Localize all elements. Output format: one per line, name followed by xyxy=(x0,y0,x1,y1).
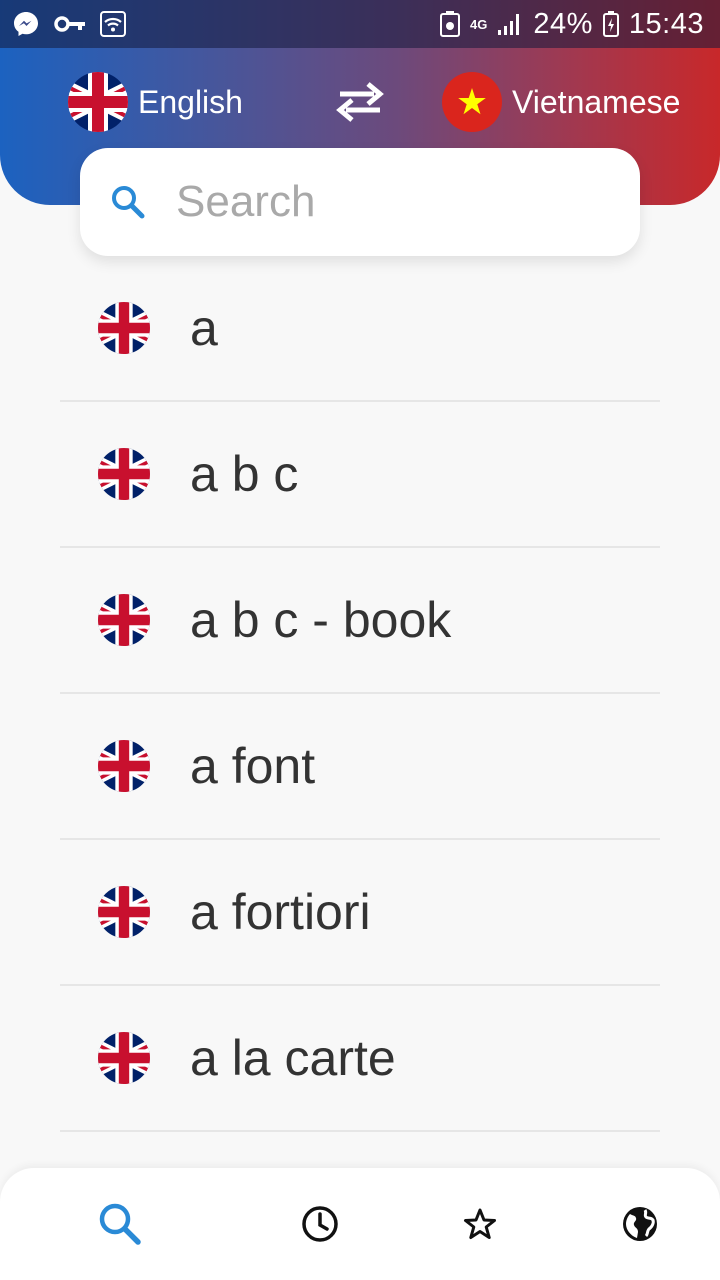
uk-flag-icon xyxy=(98,594,150,646)
word-text: a la carte xyxy=(190,1030,396,1086)
list-item[interactable]: a font xyxy=(60,694,660,840)
target-language-selector[interactable]: Vietnamese xyxy=(442,72,680,132)
uk-flag-icon xyxy=(98,1032,150,1084)
swap-arrows-icon xyxy=(336,82,384,122)
status-bar: 4G 24% 15:43 xyxy=(0,0,720,48)
uk-flag-icon xyxy=(98,740,150,792)
word-text: a b c - book xyxy=(190,592,452,648)
search-input[interactable] xyxy=(176,172,616,232)
status-left-icons xyxy=(12,10,126,38)
list-item[interactable]: a b c - book xyxy=(60,548,660,694)
storage-icon xyxy=(440,11,461,37)
network-type-icon: 4G xyxy=(470,16,488,32)
search-bar[interactable] xyxy=(80,148,640,256)
status-right-icons: 4G 24% 15:43 xyxy=(440,6,704,42)
source-language-selector[interactable]: English xyxy=(68,72,243,132)
nav-search[interactable] xyxy=(96,1200,144,1248)
star-icon xyxy=(464,1208,496,1239)
list-item[interactable]: a xyxy=(60,256,660,402)
nav-history[interactable] xyxy=(296,1200,344,1248)
list-item[interactable]: a b c xyxy=(60,402,660,548)
messenger-icon xyxy=(12,10,40,38)
globe-icon xyxy=(623,1207,657,1241)
word-text: a font xyxy=(190,738,316,794)
target-language-label: Vietnamese xyxy=(512,83,681,120)
swap-languages-button[interactable] xyxy=(334,80,386,124)
word-text: a xyxy=(190,300,218,356)
word-text: a b c xyxy=(190,446,299,502)
battery-icon xyxy=(602,11,619,37)
search-icon xyxy=(112,186,145,219)
list-item[interactable]: a la carte xyxy=(60,986,660,1132)
nav-languages[interactable] xyxy=(616,1200,664,1248)
battery-percent: 24% xyxy=(533,7,593,40)
bottom-nav xyxy=(0,1168,720,1280)
app-screen: 4G 24% 15:43 English Vietnamese Search a… xyxy=(0,0,720,1280)
vietnam-flag-icon xyxy=(442,72,502,132)
results-list: a a b c a b c - book a font a fortiori a… xyxy=(60,256,660,1132)
word-text: a fortiori xyxy=(190,884,371,940)
search-icon xyxy=(99,1203,141,1245)
uk-flag-icon xyxy=(68,72,128,132)
nav-favorites[interactable] xyxy=(456,1200,504,1248)
uk-flag-icon xyxy=(98,886,150,938)
uk-flag-icon xyxy=(98,302,150,354)
clock-icon xyxy=(302,1206,338,1242)
uk-flag-icon xyxy=(98,448,150,500)
wifi-icon xyxy=(100,11,126,37)
clock: 15:43 xyxy=(628,7,704,40)
signal-icon xyxy=(497,12,523,36)
key-icon xyxy=(54,14,86,34)
source-language-label: English xyxy=(138,83,243,120)
list-item[interactable]: a fortiori xyxy=(60,840,660,986)
